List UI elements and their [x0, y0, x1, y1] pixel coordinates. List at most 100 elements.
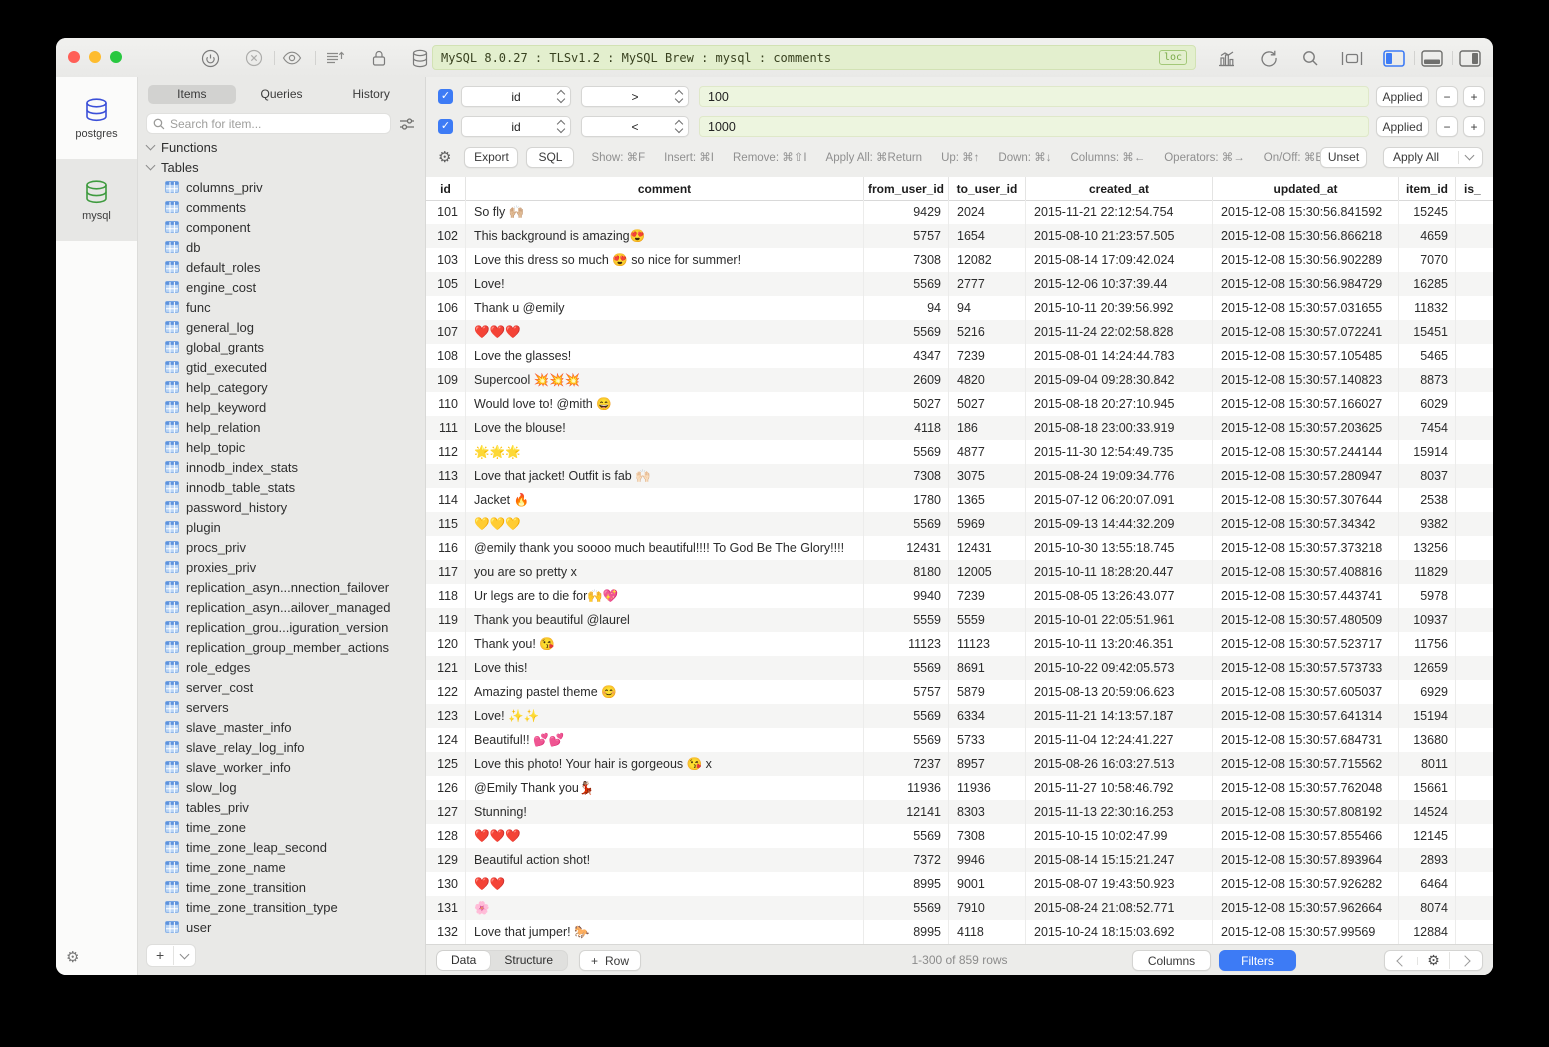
table-row[interactable]: 103Love this dress so much 😍 so nice for…: [426, 248, 1493, 272]
sidebar-item-table-comments[interactable]: comments: [138, 197, 425, 217]
column-header-updated_at[interactable]: updated_at: [1213, 177, 1399, 200]
sidebar-item-table-replication_group_member_actions[interactable]: replication_group_member_actions: [138, 637, 425, 657]
sidebar-item-table-func[interactable]: func: [138, 297, 425, 317]
refresh-icon[interactable]: [1257, 46, 1281, 70]
add-item-dropdown-chevron-icon[interactable]: [174, 954, 195, 958]
table-row[interactable]: 121Love this!556986912015-10-22 09:42:05…: [426, 656, 1493, 680]
sidebar-item-table-plugin[interactable]: plugin: [138, 517, 425, 537]
preview-eye-icon[interactable]: [280, 46, 304, 70]
sidebar-item-table-procs_priv[interactable]: procs_priv: [138, 537, 425, 557]
table-row[interactable]: 124Beautiful!! 💕💕556957332015-11-04 12:2…: [426, 728, 1493, 752]
tab-queries[interactable]: Queries: [238, 85, 326, 104]
table-row[interactable]: 106Thank u @emily94942015-10-11 20:39:56…: [426, 296, 1493, 320]
stats-chart-icon[interactable]: [1214, 46, 1238, 70]
sidebar-item-table-user[interactable]: user: [138, 917, 425, 937]
table-row[interactable]: 120Thank you! 😘11123111232015-10-11 13:2…: [426, 632, 1493, 656]
sidebar-item-table-innodb_index_stats[interactable]: innodb_index_stats: [138, 457, 425, 477]
column-header-created_at[interactable]: created_at: [1026, 177, 1213, 200]
table-row[interactable]: 107❤️❤️❤️556952162015-11-24 22:02:58.828…: [426, 320, 1493, 344]
table-row[interactable]: 101So fly 🙌🏼942920242015-11-21 22:12:54.…: [426, 200, 1493, 224]
sidebar-item-table-time_zone_transition[interactable]: time_zone_transition: [138, 877, 425, 897]
column-header-item_id[interactable]: item_id: [1399, 177, 1456, 200]
sidebar-item-table-password_history[interactable]: password_history: [138, 497, 425, 517]
sidebar-item-table-time_zone_leap_second[interactable]: time_zone_leap_second: [138, 837, 425, 857]
export-button[interactable]: Export: [464, 147, 518, 168]
sidebar-item-table-time_zone_transition_type[interactable]: time_zone_transition_type: [138, 897, 425, 917]
table-row[interactable]: 110Would love to! @mith 😄502750272015-08…: [426, 392, 1493, 416]
table-row[interactable]: 128❤️❤️❤️556973082015-10-15 10:02:47.992…: [426, 824, 1493, 848]
apply-all-button[interactable]: Apply All: [1383, 147, 1483, 168]
toggle-bottom-panel-icon[interactable]: [1420, 46, 1444, 70]
filter-value-input[interactable]: 1000: [699, 116, 1369, 137]
table-row[interactable]: 125Love this photo! Your hair is gorgeou…: [426, 752, 1493, 776]
sidebar-item-table-columns_priv[interactable]: columns_priv: [138, 177, 425, 197]
sidebar-item-table-gtid_executed[interactable]: gtid_executed: [138, 357, 425, 377]
column-header-is_[interactable]: is_: [1456, 177, 1493, 200]
sidebar-item-table-slave_worker_info[interactable]: slave_worker_info: [138, 757, 425, 777]
add-filter-button[interactable]: +: [1463, 86, 1485, 107]
filter-operator-select[interactable]: <: [581, 116, 689, 137]
filter-enabled-checkbox[interactable]: ✓: [438, 89, 453, 104]
applied-button[interactable]: Applied: [1376, 86, 1429, 107]
columns-view-icon[interactable]: [1340, 46, 1364, 70]
prev-page-button[interactable]: [1385, 957, 1418, 965]
next-page-button[interactable]: [1450, 957, 1482, 965]
column-header-comment[interactable]: comment: [466, 177, 864, 200]
applied-button[interactable]: Applied: [1376, 116, 1429, 137]
table-row[interactable]: 111Love the blouse!41181862015-08-18 23:…: [426, 416, 1493, 440]
add-filter-button[interactable]: +: [1463, 116, 1485, 137]
unset-button[interactable]: Unset: [1320, 147, 1367, 168]
tree-group-functions[interactable]: Functions: [138, 137, 425, 157]
table-row[interactable]: 112🌟🌟🌟556948772015-11-30 12:54:49.735201…: [426, 440, 1493, 464]
table-row[interactable]: 126@Emily Thank you💃🏽11936119362015-11-2…: [426, 776, 1493, 800]
table-row[interactable]: 123Love! ✨✨556963342015-11-21 14:13:57.1…: [426, 704, 1493, 728]
sidebar-item-table-replication_grou...iguration_version[interactable]: replication_grou...iguration_version: [138, 617, 425, 637]
tab-items[interactable]: Items: [148, 85, 236, 104]
sidebar-item-table-help_topic[interactable]: help_topic: [138, 437, 425, 457]
search-input[interactable]: Search for item...: [146, 113, 391, 134]
sidebar-item-table-time_zone_name[interactable]: time_zone_name: [138, 857, 425, 877]
table-row[interactable]: 113Love that jacket! Outfit is fab 🙌🏻730…: [426, 464, 1493, 488]
filter-settings-gear-icon[interactable]: ⚙: [438, 148, 451, 166]
filter-column-select[interactable]: id: [461, 116, 571, 137]
table-row[interactable]: 108Love the glasses!434772392015-08-01 1…: [426, 344, 1493, 368]
add-item-plus[interactable]: +: [147, 946, 174, 965]
add-item-split-button[interactable]: +: [146, 944, 196, 967]
sidebar-item-table-default_roles[interactable]: default_roles: [138, 257, 425, 277]
sidebar-item-table-role_edges[interactable]: role_edges: [138, 657, 425, 677]
columns-button[interactable]: Columns: [1132, 950, 1211, 971]
sidebar-item-table-slave_master_info[interactable]: slave_master_info: [138, 717, 425, 737]
filter-column-select[interactable]: id: [461, 86, 571, 107]
lock-icon[interactable]: [367, 46, 391, 70]
toggle-right-panel-icon[interactable]: [1458, 46, 1482, 70]
remove-filter-button[interactable]: −: [1436, 116, 1458, 137]
table-row[interactable]: 105Love!556927772015-12-06 10:37:39.4420…: [426, 272, 1493, 296]
filter-operator-select[interactable]: >: [581, 86, 689, 107]
table-row[interactable]: 115💛💛💛556959692015-09-13 14:44:32.209201…: [426, 512, 1493, 536]
sidebar-item-table-help_relation[interactable]: help_relation: [138, 417, 425, 437]
filter-value-input[interactable]: 100: [699, 86, 1369, 107]
tree-group-tables[interactable]: Tables: [138, 157, 425, 177]
toggle-left-panel-icon[interactable]: [1382, 46, 1406, 70]
column-header-to_user_id[interactable]: to_user_id: [949, 177, 1026, 200]
connection-item-postgres[interactable]: postgres: [56, 77, 137, 159]
table-row[interactable]: 102This background is amazing😍5757165420…: [426, 224, 1493, 248]
table-row[interactable]: 122Amazing pastel theme 😊575758792015-08…: [426, 680, 1493, 704]
sidebar-item-table-slave_relay_log_info[interactable]: slave_relay_log_info: [138, 737, 425, 757]
close-window-button[interactable]: [68, 51, 80, 63]
table-row[interactable]: 130❤️❤️899590012015-08-07 19:43:50.92320…: [426, 872, 1493, 896]
column-header-from_user_id[interactable]: from_user_id: [864, 177, 949, 200]
search-icon[interactable]: [1298, 46, 1322, 70]
sidebar-item-table-help_keyword[interactable]: help_keyword: [138, 397, 425, 417]
zoom-window-button[interactable]: [110, 51, 122, 63]
sidebar-item-table-tables_priv[interactable]: tables_priv: [138, 797, 425, 817]
table-row[interactable]: 118Ur legs are to die for🙌💖994072392015-…: [426, 584, 1493, 608]
filters-button[interactable]: Filters: [1219, 950, 1296, 971]
disconnect-icon[interactable]: [242, 46, 266, 70]
table-row[interactable]: 119Thank you beautiful @laurel5559555920…: [426, 608, 1493, 632]
sidebar-item-table-global_grants[interactable]: global_grants: [138, 337, 425, 357]
sidebar-item-table-slow_log[interactable]: slow_log: [138, 777, 425, 797]
table-settings-gear-icon[interactable]: ⚙: [1418, 952, 1451, 969]
table-row[interactable]: 132Love that jumper! 🐎899541182015-10-24…: [426, 920, 1493, 944]
sidebar-item-table-time_zone[interactable]: time_zone: [138, 817, 425, 837]
